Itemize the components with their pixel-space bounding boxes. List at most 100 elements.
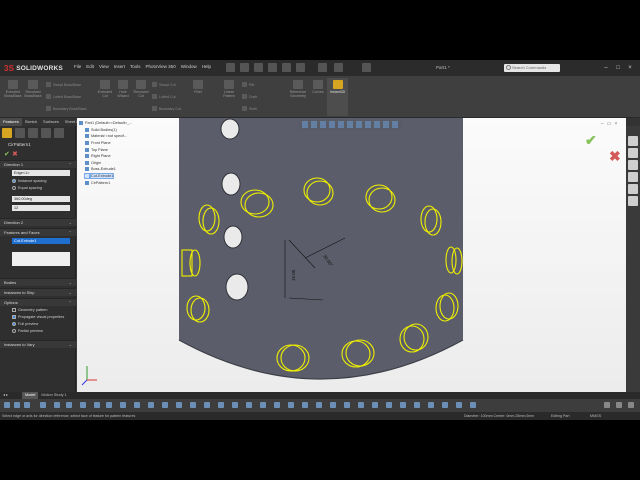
tab-model[interactable]: Model [22, 392, 39, 399]
toolbar-icon[interactable] [372, 402, 378, 408]
toolbar-icon[interactable] [414, 402, 420, 408]
status-units[interactable]: MMGS [590, 412, 601, 420]
tree-item-cirpattern[interactable]: CirPattern1 [79, 179, 163, 186]
toolbar-icon[interactable] [604, 402, 610, 408]
swept-cut-button[interactable]: Swept Cut [152, 82, 176, 87]
menu-insert[interactable]: Insert [114, 64, 125, 69]
toolbar-icon[interactable] [54, 402, 60, 408]
toolbar-icon[interactable] [302, 402, 308, 408]
menu-help[interactable]: Help [202, 64, 211, 69]
rib-button[interactable]: Rib [242, 82, 254, 87]
toolbar-icon[interactable] [14, 402, 20, 408]
lofted-boss-button[interactable]: Lofted Boss/Base [46, 94, 81, 99]
print-icon[interactable] [268, 63, 277, 72]
view-orientation-icon[interactable] [347, 121, 353, 128]
tree-item-right-plane[interactable]: Right Plane [79, 153, 163, 160]
configuration-manager-tab-icon[interactable] [28, 128, 38, 138]
draft-button[interactable]: Draft [242, 94, 257, 99]
appearances-icon[interactable] [628, 184, 638, 194]
lofted-cut-button[interactable]: Lofted Cut [152, 94, 176, 99]
design-library-icon[interactable] [628, 148, 638, 158]
viewport-close-icon[interactable]: × [615, 121, 618, 127]
file-properties-icon[interactable] [334, 63, 343, 72]
toolbar-icon[interactable] [94, 402, 100, 408]
confirm-corner-ok-icon[interactable]: ✔ [585, 132, 597, 149]
faces-to-pattern-list[interactable] [12, 252, 70, 266]
apply-scene-icon[interactable] [383, 121, 389, 128]
toolbar-icon[interactable] [316, 402, 322, 408]
save-icon[interactable] [254, 63, 263, 72]
toolbar-icon[interactable] [120, 402, 126, 408]
geometry-pattern-checkbox[interactable]: Geometry pattern [12, 308, 48, 312]
direction-reference-field[interactable]: Edge<1> [12, 170, 70, 176]
zoom-area-icon[interactable] [311, 121, 317, 128]
toolbar-icon[interactable] [232, 402, 238, 408]
cancel-x-icon[interactable]: ✖ [12, 150, 18, 158]
tree-item-boss-extrude[interactable]: Boss-Extrude1 [79, 166, 163, 173]
toolbar-icon[interactable] [628, 402, 634, 408]
features-to-pattern-list[interactable]: Cut-Extrude1 [12, 238, 70, 244]
toolbar-icon[interactable] [40, 402, 46, 408]
property-manager-tab-icon[interactable] [15, 128, 25, 138]
hide-show-icon[interactable] [365, 121, 371, 128]
tree-item-top-plane[interactable]: Top Plane [79, 146, 163, 153]
undo-icon[interactable] [282, 63, 291, 72]
extruded-boss-button[interactable]: Extruded Boss/Base [4, 80, 22, 98]
display-manager-tab-icon[interactable] [54, 128, 64, 138]
viewport-restore-icon[interactable]: ▭ [607, 121, 612, 127]
toolbar-icon[interactable] [80, 402, 86, 408]
menu-view[interactable]: View [99, 64, 109, 69]
toolbar-icon[interactable] [148, 402, 154, 408]
toolbar-icon[interactable] [274, 402, 280, 408]
fillet-button[interactable]: Fillet [190, 80, 206, 94]
toolbar-icon[interactable] [162, 402, 168, 408]
view-palette-icon[interactable] [628, 172, 638, 182]
section-instances-to-skip[interactable]: Instances to Skip ⌄ [0, 288, 76, 296]
view-settings-icon[interactable] [392, 121, 398, 128]
tree-item-solid-bodies[interactable]: Solid Bodies(1) [79, 127, 163, 134]
toolbar-icon[interactable] [400, 402, 406, 408]
tab-features[interactable]: Features [0, 118, 22, 126]
section-features-and-faces[interactable]: Features and Faces ⌃ [0, 228, 76, 236]
toolbar-icon[interactable] [344, 402, 350, 408]
solidworks-resources-icon[interactable] [628, 136, 638, 146]
confirm-corner-cancel-icon[interactable]: ✖ [609, 148, 621, 165]
toolbar-icon[interactable] [428, 402, 434, 408]
equal-spacing-radio[interactable]: Equal spacing [12, 186, 42, 190]
instant3d-button[interactable]: Instant3D [327, 78, 348, 116]
options-gear-icon[interactable] [362, 63, 371, 72]
toolbar-icon[interactable] [176, 402, 182, 408]
select-icon[interactable] [296, 63, 305, 72]
toolbar-icon[interactable] [4, 402, 10, 408]
tree-item-cut-extrude[interactable]: Cut-Extrude1 [79, 173, 163, 180]
viewport-minimize-icon[interactable]: – [601, 121, 604, 127]
toolbar-icon[interactable] [358, 402, 364, 408]
toolbar-icon[interactable] [260, 402, 266, 408]
edit-appearance-icon[interactable] [374, 121, 380, 128]
close-button[interactable]: × [626, 64, 634, 72]
full-preview-radio[interactable]: Full preview [12, 322, 38, 326]
tab-surfaces[interactable]: Surfaces [40, 118, 62, 126]
toolbar-icon[interactable] [218, 402, 224, 408]
hole-wizard-button[interactable]: Hole Wizard [114, 80, 132, 98]
feature-manager-tab-icon[interactable] [2, 128, 12, 138]
toolbar-icon[interactable] [456, 402, 462, 408]
cylinder-body[interactable] [179, 118, 463, 379]
toolbar-icon[interactable] [470, 402, 476, 408]
partial-preview-radio[interactable]: Partial preview [12, 329, 43, 333]
linear-pattern-button[interactable]: Linear Pattern [220, 80, 238, 98]
boundary-cut-button[interactable]: Boundary Cut [152, 106, 181, 111]
minimize-button[interactable]: – [602, 64, 610, 72]
boundary-boss-button[interactable]: Boundary Boss/Base [46, 106, 87, 111]
dynamic-annotation-icon[interactable] [338, 121, 344, 128]
toolbar-icon[interactable] [330, 402, 336, 408]
tree-item-front-plane[interactable]: Front Plane [79, 140, 163, 147]
dimxpert-tab-icon[interactable] [41, 128, 51, 138]
shell-button[interactable]: Shell [242, 106, 257, 111]
menu-window[interactable]: Window [181, 64, 197, 69]
tab-motion-study[interactable]: Motion Study 1 [38, 392, 69, 399]
section-bodies[interactable]: Bodies ⌄ [0, 278, 76, 286]
propagate-visual-checkbox[interactable]: Propagate visual properties [12, 315, 64, 319]
revolved-cut-button[interactable]: Revolved Cut [132, 80, 150, 98]
ok-check-icon[interactable]: ✔ [4, 150, 10, 158]
